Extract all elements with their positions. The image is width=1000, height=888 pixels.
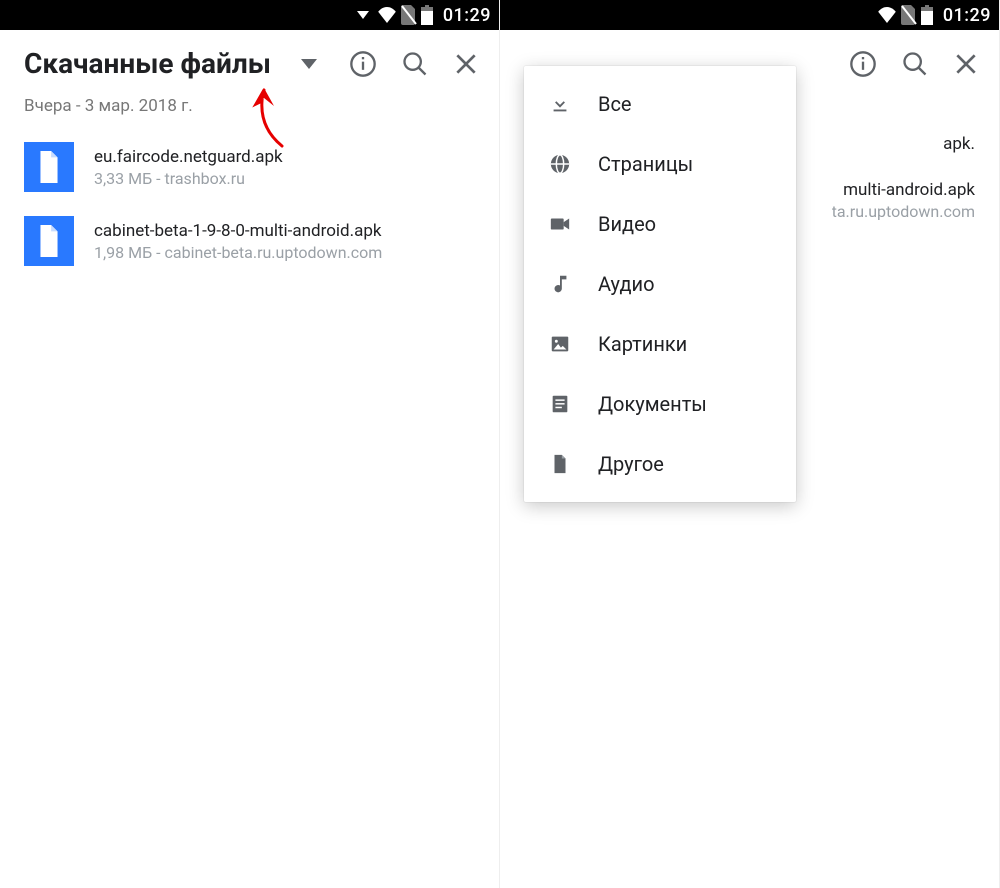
page-title: Скачанные файлы bbox=[24, 48, 301, 80]
menu-item-label: Документы bbox=[598, 392, 707, 416]
dropdown-indicator-icon bbox=[357, 11, 369, 19]
screenshot-right: 01:29 .apk bbox=[500, 0, 1000, 888]
date-section-header: Вчера - 3 мар. 2018 г. bbox=[0, 88, 499, 130]
menu-item-video[interactable]: Видео bbox=[524, 194, 796, 254]
app-header: Скачанные файлы bbox=[0, 30, 499, 88]
menu-item-label: Другое bbox=[598, 452, 664, 476]
file-item[interactable]: cabinet-beta-1-9-8-0-multi-android.apk 1… bbox=[0, 204, 499, 278]
file-name: multi-android.apk bbox=[832, 180, 975, 200]
filter-dropdown-menu: Все Страницы Видео Аудио bbox=[524, 66, 796, 502]
file-meta: 1,98 МБ - cabinet-beta.ru.uptodown.com bbox=[94, 243, 475, 262]
download-icon bbox=[548, 92, 572, 116]
music-note-icon bbox=[548, 272, 572, 296]
menu-item-label: Аудио bbox=[598, 272, 655, 296]
wifi-icon bbox=[877, 7, 897, 23]
menu-item-label: Картинки bbox=[598, 332, 687, 356]
search-icon[interactable] bbox=[901, 50, 929, 78]
status-bar: 01:29 bbox=[0, 0, 499, 30]
menu-item-images[interactable]: Картинки bbox=[524, 314, 796, 374]
document-icon bbox=[548, 392, 572, 416]
battery-icon bbox=[921, 5, 933, 25]
no-sim-icon bbox=[901, 5, 917, 25]
file-icon bbox=[548, 452, 572, 476]
image-icon bbox=[548, 332, 572, 356]
menu-item-audio[interactable]: Аудио bbox=[524, 254, 796, 314]
file-meta: ta.ru.uptodown.com bbox=[832, 202, 975, 221]
globe-icon bbox=[548, 152, 572, 176]
menu-item-label: Видео bbox=[598, 212, 656, 236]
info-icon[interactable] bbox=[849, 50, 877, 78]
file-name: cabinet-beta-1-9-8-0-multi-android.apk bbox=[94, 221, 475, 241]
menu-item-pages[interactable]: Страницы bbox=[524, 134, 796, 194]
file-name: eu.faircode.netguard.apk bbox=[94, 147, 475, 167]
menu-item-label: Страницы bbox=[598, 152, 693, 176]
filter-dropdown-trigger[interactable] bbox=[301, 59, 317, 69]
close-icon[interactable] bbox=[953, 51, 979, 77]
menu-item-label: Все bbox=[598, 92, 632, 116]
no-sim-icon bbox=[401, 5, 417, 25]
close-icon[interactable] bbox=[453, 51, 479, 77]
video-icon bbox=[548, 212, 572, 236]
info-icon[interactable] bbox=[349, 50, 377, 78]
clock: 01:29 bbox=[443, 5, 491, 26]
status-bar: 01:29 bbox=[500, 0, 999, 30]
battery-icon bbox=[421, 5, 433, 25]
menu-item-all[interactable]: Все bbox=[524, 74, 796, 134]
search-icon[interactable] bbox=[401, 50, 429, 78]
menu-item-other[interactable]: Другое bbox=[524, 434, 796, 494]
menu-item-documents[interactable]: Документы bbox=[524, 374, 796, 434]
wifi-icon bbox=[377, 7, 397, 23]
file-meta: 3,33 МБ - trashbox.ru bbox=[94, 169, 475, 188]
screenshot-left: 01:29 Скачанные файлы Вчера - 3 мар. 201… bbox=[0, 0, 500, 888]
clock: 01:29 bbox=[943, 5, 991, 26]
file-icon bbox=[24, 142, 74, 192]
file-icon bbox=[24, 216, 74, 266]
file-item[interactable]: eu.faircode.netguard.apk 3,33 МБ - trash… bbox=[0, 130, 499, 204]
file-name: .apk bbox=[943, 134, 975, 154]
